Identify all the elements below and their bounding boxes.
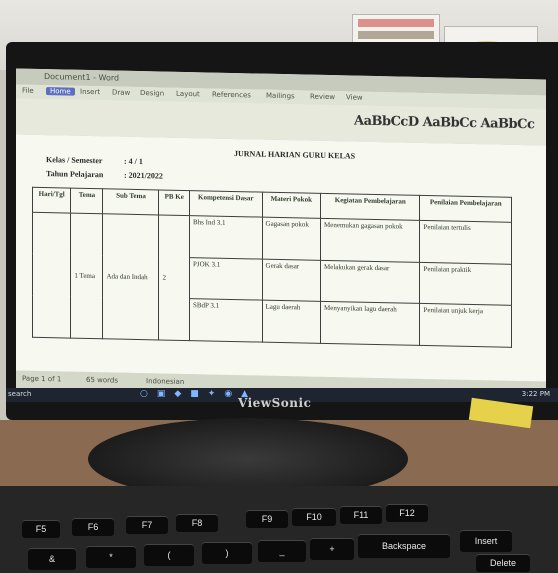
cell-kegiatan[interactable]: Melakukan gerak dasar	[320, 259, 420, 304]
jurnal-table: Hari/Tgl Tema Sub Tema PB Ke Kompetensi …	[32, 187, 512, 348]
cell-tema[interactable]: 1 Tema	[70, 213, 103, 339]
tab-design[interactable]: Design	[140, 89, 164, 98]
header-kegiatan: Kegiatan Pembelajaran	[320, 193, 420, 221]
cell-materi[interactable]: Lagu daerah	[262, 300, 321, 344]
key-asterisk[interactable]: *	[86, 546, 136, 568]
tahun-label: Tahun Pelajaran	[46, 169, 104, 180]
tab-review[interactable]: Review	[310, 93, 335, 102]
cell-subtema[interactable]: Ada dan Indah	[102, 213, 159, 340]
cell-hari[interactable]	[32, 212, 71, 339]
kelas-label: Kelas / Semester	[46, 155, 103, 166]
header-pb: PB Ke	[158, 189, 190, 216]
key-backspace[interactable]: Backspace	[358, 534, 450, 558]
key-f9[interactable]: F9	[246, 510, 288, 528]
tab-view[interactable]: View	[346, 93, 363, 101]
tab-file[interactable]: File	[22, 87, 34, 95]
cell-kegiatan[interactable]: Menemukan gagasan pokok	[320, 218, 420, 263]
cell-pb[interactable]: 2	[158, 214, 190, 341]
header-hari: Hari/Tgl	[32, 187, 71, 214]
key-f12[interactable]: F12	[386, 504, 428, 522]
table-row: 1 Tema Ada dan Indah 2 Bhs Ind 3.1 Gagas…	[32, 212, 512, 341]
header-penilaian: Penilaian Pembelajaran	[419, 195, 512, 223]
monitor-brand-logo: ViewSonic	[238, 396, 312, 410]
key-open-paren[interactable]: (	[144, 544, 194, 566]
tahun-value: : 2021/2022	[124, 170, 163, 181]
tab-layout[interactable]: Layout	[176, 90, 200, 98]
cell-penilaian[interactable]: Penilaian praktik	[419, 262, 512, 306]
key-f6[interactable]: F6	[72, 518, 114, 536]
key-f10[interactable]: F10	[292, 508, 336, 526]
taskbar-clock[interactable]: 3:22 PM	[522, 390, 550, 398]
tab-draw[interactable]: Draw	[112, 88, 130, 96]
key-ampersand[interactable]: &	[28, 548, 76, 570]
status-language[interactable]: Indonesian	[146, 377, 184, 386]
tab-references[interactable]: References	[212, 91, 251, 100]
cell-kd[interactable]: Bhs Ind 3.1	[189, 215, 263, 259]
taskbar-search[interactable]: search	[8, 390, 31, 398]
header-materi: Materi Pokok	[262, 192, 321, 219]
header-kd: Kompetensi Dasar	[189, 190, 263, 218]
key-f8[interactable]: F8	[176, 514, 218, 532]
header-subtema: Sub Tema	[102, 188, 159, 215]
document-title: JURNAL HARIAN GURU KELAS	[234, 149, 356, 161]
kelas-value: : 4 / 1	[124, 156, 143, 167]
key-f5[interactable]: F5	[22, 520, 60, 538]
cell-penilaian[interactable]: Penilaian tertulis	[419, 220, 512, 264]
status-words[interactable]: 65 words	[86, 376, 118, 385]
key-underscore[interactable]: _	[258, 540, 306, 562]
window-title: Document1 - Word	[44, 72, 120, 83]
cell-kd[interactable]: SBdP 3.1	[189, 298, 263, 343]
styles-gallery[interactable]: AaBbCcD AaBbCc AaBbCc	[354, 114, 534, 133]
document-page: Kelas / Semester : 4 / 1 Tahun Pelajaran…	[16, 134, 546, 382]
cell-materi[interactable]: Gerak dasar	[262, 258, 321, 302]
key-plus[interactable]: +	[310, 538, 354, 560]
cell-kd[interactable]: PJOK 3.1	[189, 257, 263, 301]
key-f7[interactable]: F7	[126, 516, 168, 534]
monitor: Document1 - Word File Home Insert Draw D…	[6, 42, 558, 420]
keyboard: F5 F6 F7 F8 F9 F10 F11 F12 & * ( ) _ + B…	[0, 486, 558, 573]
key-close-paren[interactable]: )	[202, 542, 252, 564]
header-tema: Tema	[70, 188, 103, 214]
cell-kegiatan[interactable]: Menyanyikan lagu daerah	[320, 301, 420, 346]
tab-insert[interactable]: Insert	[80, 88, 100, 96]
tab-home[interactable]: Home	[46, 87, 75, 96]
key-delete[interactable]: Delete	[476, 554, 530, 572]
cell-penilaian[interactable]: Penilaian unjuk kerja	[419, 303, 512, 348]
screen: Document1 - Word File Home Insert Draw D…	[16, 68, 546, 402]
cell-materi[interactable]: Gagasan pokok	[262, 217, 321, 260]
tab-mailings[interactable]: Mailings	[266, 92, 295, 101]
key-insert[interactable]: Insert	[460, 530, 512, 552]
status-page[interactable]: Page 1 of 1	[22, 375, 61, 384]
key-f11[interactable]: F11	[340, 506, 382, 524]
